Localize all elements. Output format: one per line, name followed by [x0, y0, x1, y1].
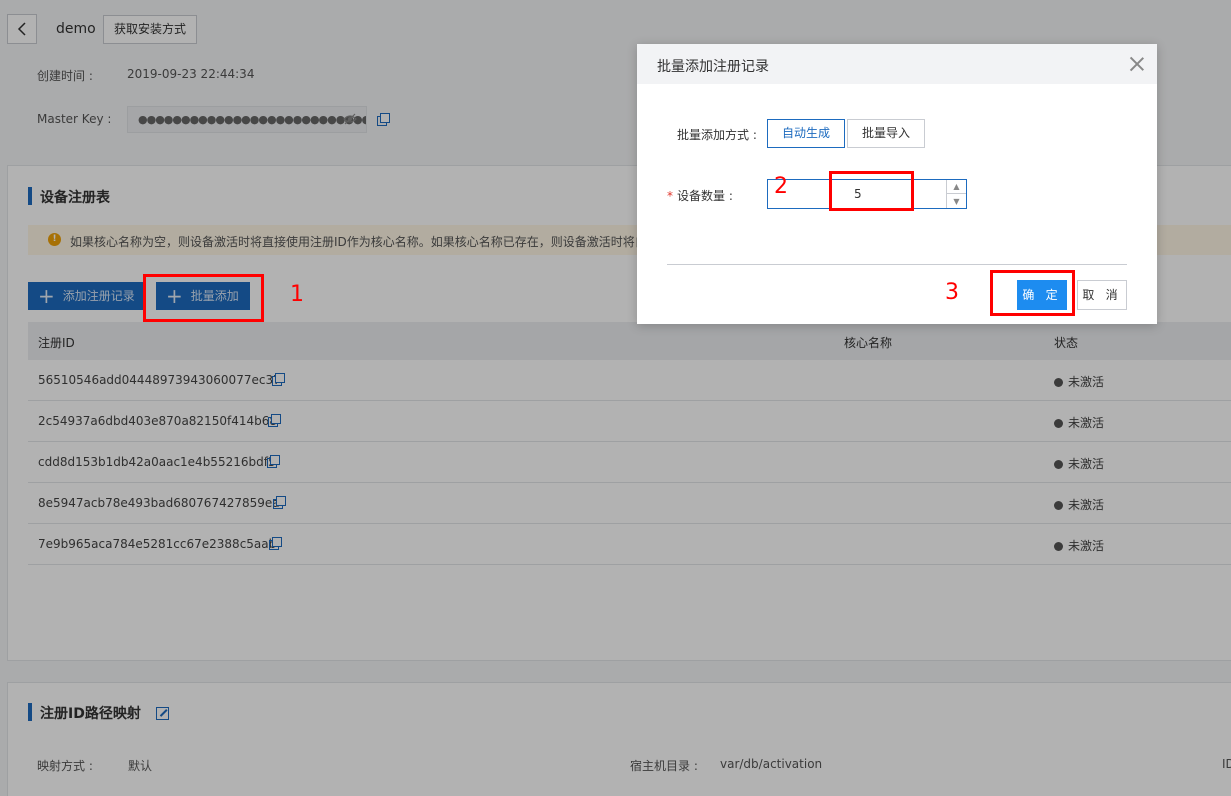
annotation-box-2 [829, 171, 914, 211]
stepper-controls[interactable]: ▲ ▼ [946, 180, 966, 208]
batch-import-option[interactable]: 批量导入 [847, 119, 926, 148]
dialog-divider [667, 264, 1127, 265]
cancel-button[interactable]: 取 消 [1077, 280, 1127, 310]
close-icon[interactable] [1129, 56, 1145, 72]
annotation-number-1: 1 [290, 282, 304, 307]
annotation-number-3: 3 [945, 280, 959, 305]
device-count-label: * 设备数量 : [667, 189, 733, 203]
annotation-box-3 [990, 270, 1075, 316]
auto-generate-option[interactable]: 自动生成 [767, 119, 846, 148]
annotation-box-1 [143, 274, 264, 322]
increment-icon[interactable]: ▲ [947, 180, 966, 194]
decrement-icon[interactable]: ▼ [947, 194, 966, 208]
annotation-number-2: 2 [774, 174, 788, 199]
method-label: 批量添加方式 : [677, 128, 757, 142]
dialog-title: 批量添加注册记录 [657, 59, 769, 75]
